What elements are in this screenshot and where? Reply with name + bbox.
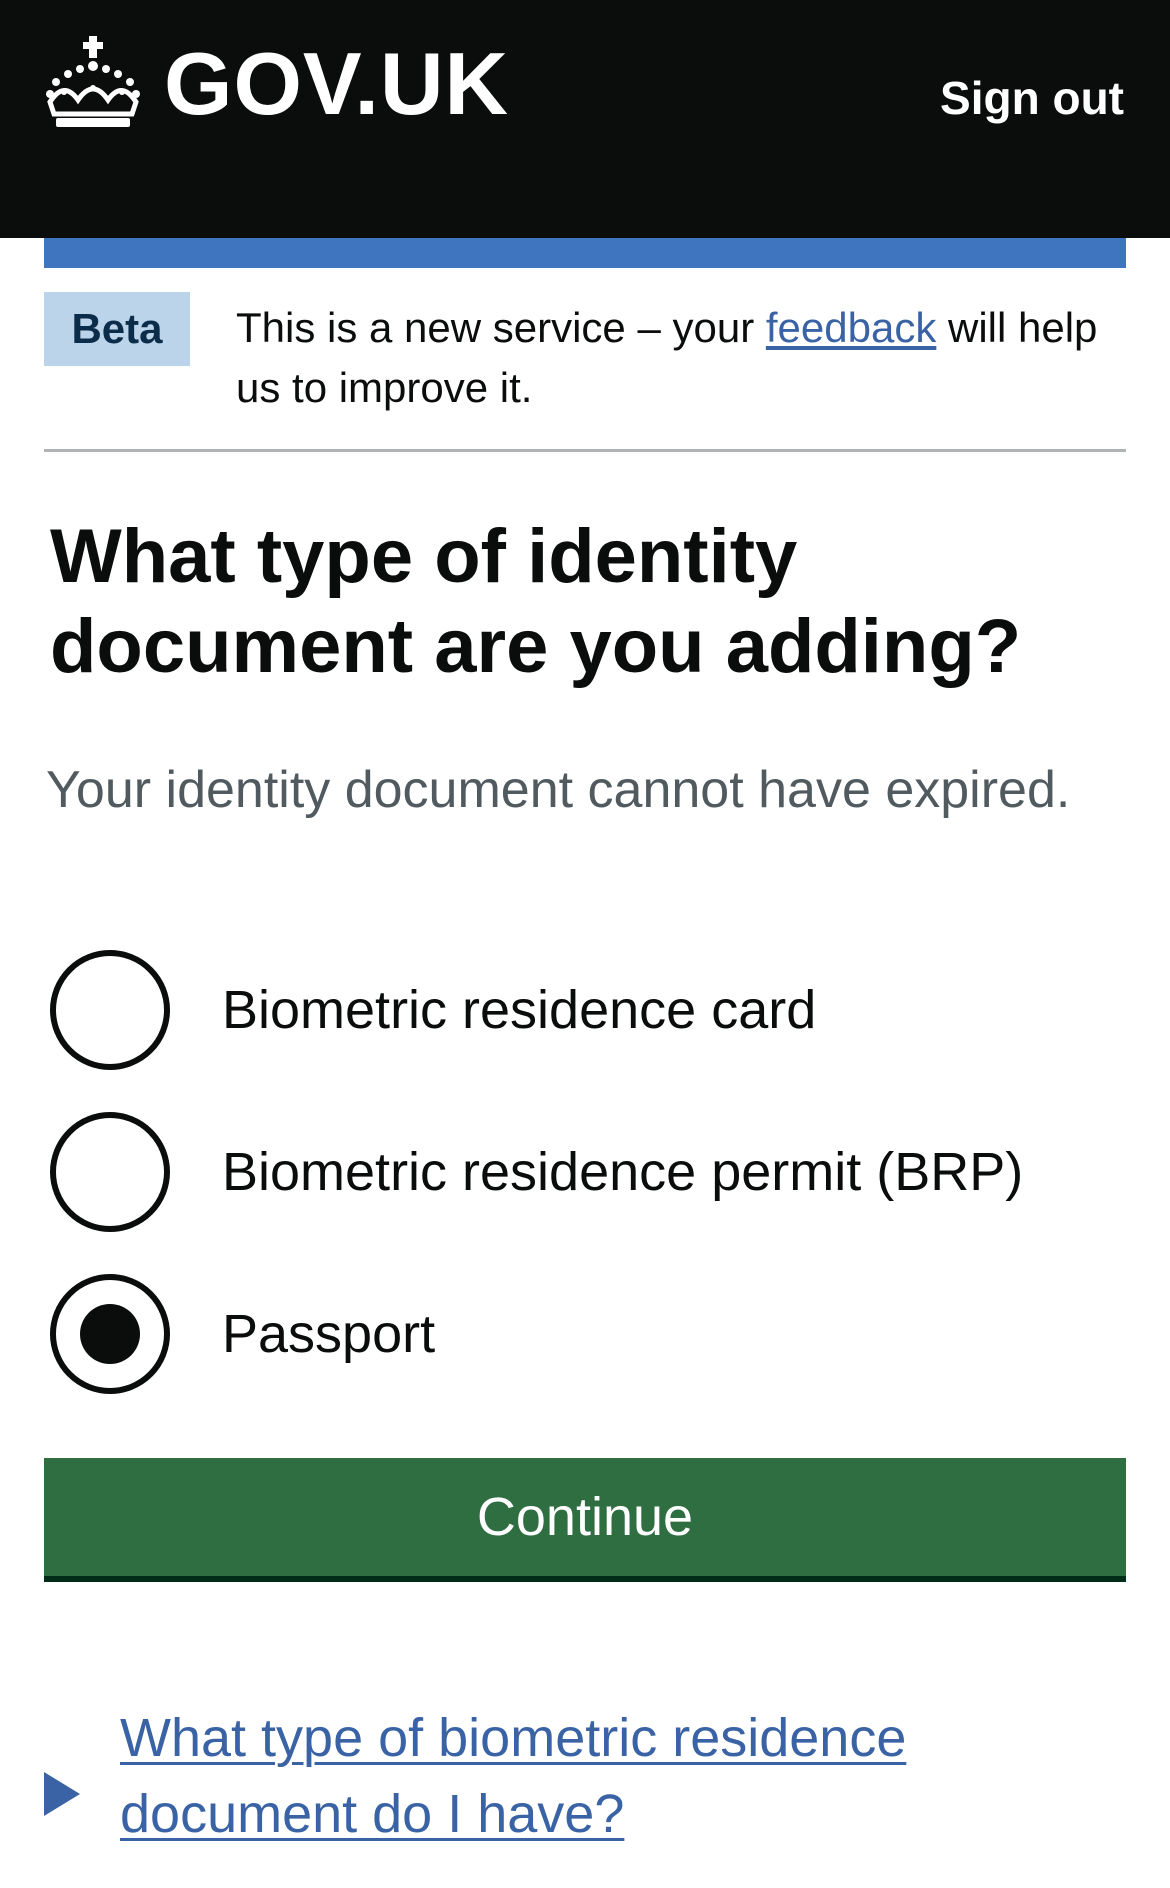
radio-label: Biometric residence permit (BRP) (222, 1142, 1024, 1202)
radio-biometric-residence-card[interactable]: Biometric residence card (50, 950, 1110, 1070)
phase-banner: Beta This is a new service – your feedba… (44, 292, 1126, 452)
radio-label: Biometric residence card (222, 980, 817, 1040)
radio-selected-dot (80, 1304, 140, 1364)
phase-tag: Beta (44, 292, 190, 366)
radio-passport[interactable]: Passport (50, 1274, 1110, 1394)
radio-label: Passport (222, 1304, 436, 1364)
feedback-link[interactable]: feedback (766, 304, 936, 351)
details-summary[interactable]: What type of biometric residence documen… (44, 1700, 1126, 1852)
site-header: GOV.UK Sign out (0, 0, 1170, 238)
radio-button-circle[interactable] (50, 1112, 170, 1232)
header-blue-bar (44, 238, 1126, 268)
phase-banner-text: This is a new service – your feedback wi… (236, 298, 1116, 418)
continue-button[interactable]: Continue (44, 1458, 1126, 1576)
hint-text: Your identity document cannot have expir… (46, 761, 1071, 819)
sign-out-link[interactable]: Sign out (940, 68, 1124, 128)
radio-biometric-residence-permit[interactable]: Biometric residence permit (BRP) (50, 1112, 1110, 1232)
expand-triangle-icon (44, 1772, 80, 1816)
page-title: What type of identity document are you a… (50, 514, 1022, 689)
govuk-logo-text: GOV.UK (164, 34, 510, 133)
details-summary-link[interactable]: What type of biometric residence documen… (120, 1700, 1020, 1852)
radio-button-circle[interactable] (50, 950, 170, 1070)
govuk-logo-link[interactable]: GOV.UK (44, 28, 509, 140)
radio-button-circle-selected[interactable] (50, 1274, 170, 1394)
crown-icon (44, 36, 142, 132)
phase-text-before: This is a new service – your (236, 304, 766, 351)
